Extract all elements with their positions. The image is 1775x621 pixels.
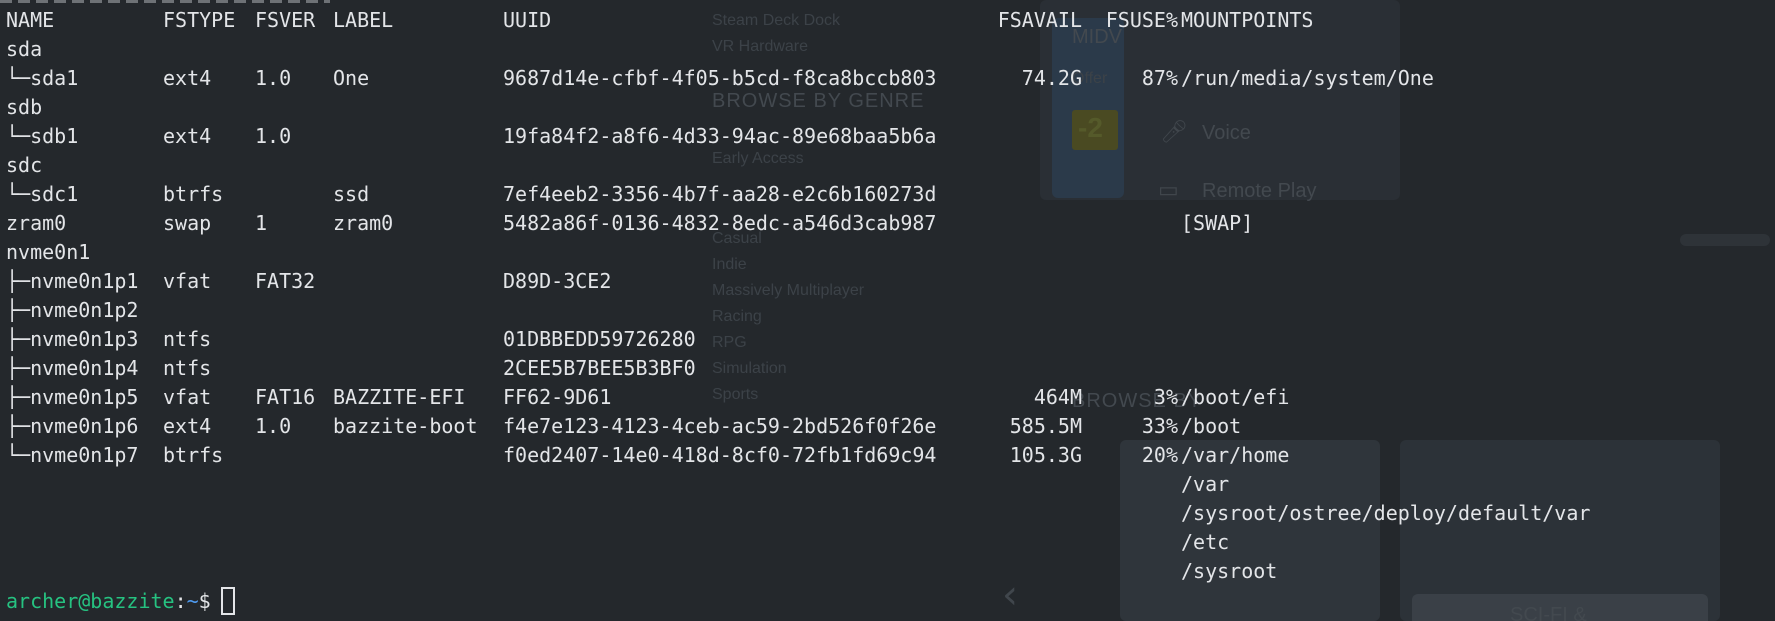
- cell-fsuse: 87%: [1141, 66, 1178, 90]
- cell-name: nvme0n1: [6, 240, 91, 264]
- terminal-output[interactable]: NAME FSTYPE FSVER LABEL UUID FSAVAIL FSU…: [0, 0, 1775, 621]
- cell-uuid: 7ef4eeb2-3356-4b7f-aa28-e2c6b160273d: [503, 182, 937, 206]
- cell-name: ├─nvme0n1p3: [6, 327, 139, 351]
- cell-fsavail: 74.2G: [1021, 66, 1082, 90]
- cell-name: ├─nvme0n1p2: [6, 298, 139, 322]
- header-fsver: FSVER: [255, 8, 316, 32]
- header-fstype: FSTYPE: [163, 8, 236, 32]
- cell-fsver: 1.0: [255, 124, 292, 148]
- cell-uuid: D89D-3CE2: [503, 269, 612, 293]
- cell-name: sdb: [6, 95, 43, 119]
- cell-mount: [SWAP]: [1181, 211, 1254, 235]
- cell-mount: /var: [1181, 472, 1230, 496]
- cell-fsuse: 20%: [1141, 443, 1178, 467]
- cell-fstype: ntfs: [163, 327, 212, 351]
- cell-mount: /boot/efi: [1181, 385, 1290, 409]
- cell-fstype: btrfs: [163, 182, 224, 206]
- cell-uuid: f4e7e123-4123-4ceb-ac59-2bd526f0f26e: [503, 414, 937, 438]
- cell-name: sda: [6, 37, 43, 61]
- cell-mount: /run/media/system/One: [1181, 66, 1434, 90]
- cell-fsver: FAT16: [255, 385, 316, 409]
- cell-name: ├─nvme0n1p1: [6, 269, 139, 293]
- cell-uuid: 2CEE5B7BEE5B3BF0: [503, 356, 696, 380]
- header-uuid: UUID: [503, 8, 552, 32]
- cell-label: ssd: [333, 182, 370, 206]
- cell-name: zram0: [6, 211, 67, 235]
- prompt-path: ~: [186, 589, 199, 613]
- previous-command-line: [0, 0, 330, 3]
- cell-name: └─nvme0n1p7: [6, 443, 139, 467]
- cell-uuid: 9687d14e-cfbf-4f05-b5cd-f8ca8bccb803: [503, 66, 937, 90]
- cell-name: ├─nvme0n1p5: [6, 385, 139, 409]
- shell-prompt[interactable]: archer@bazzite:~$: [6, 586, 235, 616]
- cell-fsavail: 105.3G: [1009, 443, 1082, 467]
- cell-fsver: 1.0: [255, 66, 292, 90]
- cell-fstype: ext4: [163, 66, 212, 90]
- header-fsuse: FSUSE%: [1105, 8, 1178, 32]
- cell-fstype: btrfs: [163, 443, 224, 467]
- cell-name: └─sda1: [6, 66, 79, 90]
- cell-fstype: ext4: [163, 414, 212, 438]
- header-mountpoints: MOUNTPOINTS: [1181, 8, 1314, 32]
- cell-mount: /sysroot/ostree/deploy/default/var: [1181, 501, 1591, 525]
- cell-label: BAZZITE-EFI: [333, 385, 466, 409]
- cell-fstype: vfat: [163, 269, 212, 293]
- cell-uuid: 01DBBEDD59726280: [503, 327, 696, 351]
- cell-uuid: 19fa84f2-a8f6-4d33-94ac-89e68baa5b6a: [503, 124, 937, 148]
- text-cursor: [220, 586, 235, 615]
- desktop-screen: Steam Deck Dock VR Hardware BROWSE BY GE…: [0, 0, 1775, 621]
- cell-fsver: 1: [255, 211, 268, 235]
- cell-name: ├─nvme0n1p6: [6, 414, 139, 438]
- prompt-symbol: $: [198, 589, 211, 613]
- cell-mount: /sysroot: [1181, 559, 1278, 583]
- cell-fsavail: 464M: [1033, 385, 1082, 409]
- cell-name: sdc: [6, 153, 43, 177]
- cell-mount: /etc: [1181, 530, 1230, 554]
- header-fsavail: FSAVAIL: [997, 8, 1082, 32]
- cell-fsavail: 585.5M: [1009, 414, 1082, 438]
- table-header: NAME FSTYPE FSVER LABEL UUID FSAVAIL FSU…: [6, 6, 1313, 35]
- cell-label: One: [333, 66, 370, 90]
- cell-fsuse: 33%: [1141, 414, 1178, 438]
- cell-uuid: f0ed2407-14e0-418d-8cf0-72fb1fd69c94: [503, 443, 937, 467]
- cell-fsver: 1.0: [255, 414, 292, 438]
- cell-fstype: swap: [163, 211, 212, 235]
- prompt-colon: :: [174, 589, 187, 613]
- cell-mount: /boot: [1181, 414, 1242, 438]
- cell-uuid: 5482a86f-0136-4832-8edc-a546d3cab987: [503, 211, 937, 235]
- cell-name: ├─nvme0n1p4: [6, 356, 139, 380]
- cell-fsuse: 3%: [1153, 385, 1178, 409]
- prompt-user-host: archer@bazzite: [6, 589, 175, 613]
- header-name: NAME: [6, 8, 55, 32]
- cell-fstype: vfat: [163, 385, 212, 409]
- cell-mount: /var/home: [1181, 443, 1290, 467]
- cell-fsver: FAT32: [255, 269, 316, 293]
- cell-label: zram0: [333, 211, 394, 235]
- cell-uuid: FF62-9D61: [503, 385, 612, 409]
- cell-fstype: ntfs: [163, 356, 212, 380]
- cell-name: └─sdc1: [6, 182, 79, 206]
- cell-fstype: ext4: [163, 124, 212, 148]
- cell-label: bazzite-boot: [333, 414, 478, 438]
- cell-name: └─sdb1: [6, 124, 79, 148]
- header-label: LABEL: [333, 8, 394, 32]
